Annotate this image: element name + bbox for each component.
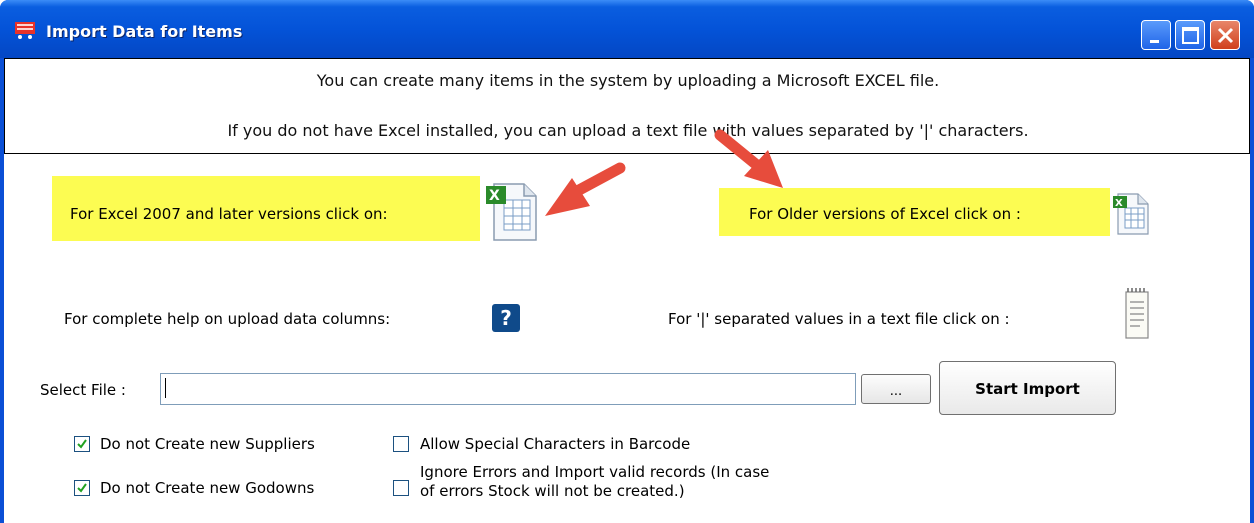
arrow-pointing-excel-old-label [714, 129, 783, 188]
annotation-arrows [545, 129, 783, 216]
arrow-pointing-excel-new-icon [545, 162, 626, 216]
